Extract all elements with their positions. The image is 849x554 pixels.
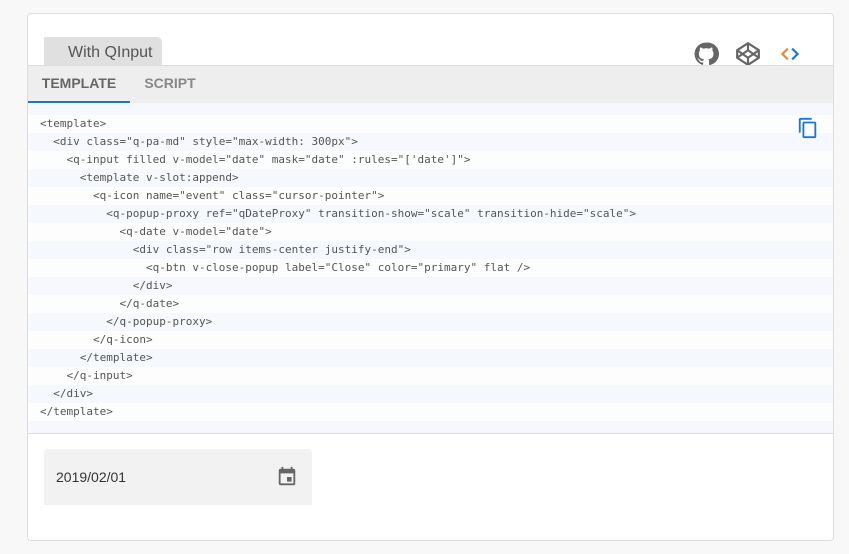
code-line: </q-icon> [28,331,833,349]
github-icon[interactable] [693,41,719,67]
code-line: <template v-slot:append> [40,171,239,184]
code-line: <q-date v-model="date"> [28,223,833,241]
code-line: <div class="row items-center justify-end… [40,243,411,256]
code-line: </q-date> [28,295,833,313]
code-line: <q-icon name="event" class="cursor-point… [28,187,833,205]
tab-script[interactable]: SCRIPT [130,66,210,103]
event-icon[interactable] [276,466,298,488]
code-line: <q-input filled v-model="date" mask="dat… [28,151,833,169]
tab-template[interactable]: TEMPLATE [28,66,130,103]
example-card: With QInput TEMPLATE SCRIPT <template> <… [27,13,834,541]
code-block: <template> <div class="q-pa-md" style="m… [28,103,833,434]
code-line: </template> [40,351,153,364]
code-line: <q-btn v-close-popup label="Close" color… [28,259,833,277]
code-line: </div> [40,279,173,292]
code-icon[interactable] [777,41,803,67]
code-line: <div class="q-pa-md" style="max-width: 3… [40,135,358,148]
code-line: </q-input> [28,367,833,385]
codepen-icon[interactable] [735,41,761,67]
date-input-value[interactable]: 2019/02/01 [56,449,126,505]
code-line: </template> [28,403,833,421]
code-line: </q-popup-proxy> [40,315,213,328]
code-line: <q-popup-proxy ref="qDateProxy" transiti… [40,207,637,220]
copy-icon[interactable] [797,117,819,139]
code-line: </div> [40,387,93,400]
code-tabs: TEMPLATE SCRIPT [28,65,833,104]
date-input[interactable]: 2019/02/01 [44,449,312,505]
code-line: <template> [28,115,833,133]
